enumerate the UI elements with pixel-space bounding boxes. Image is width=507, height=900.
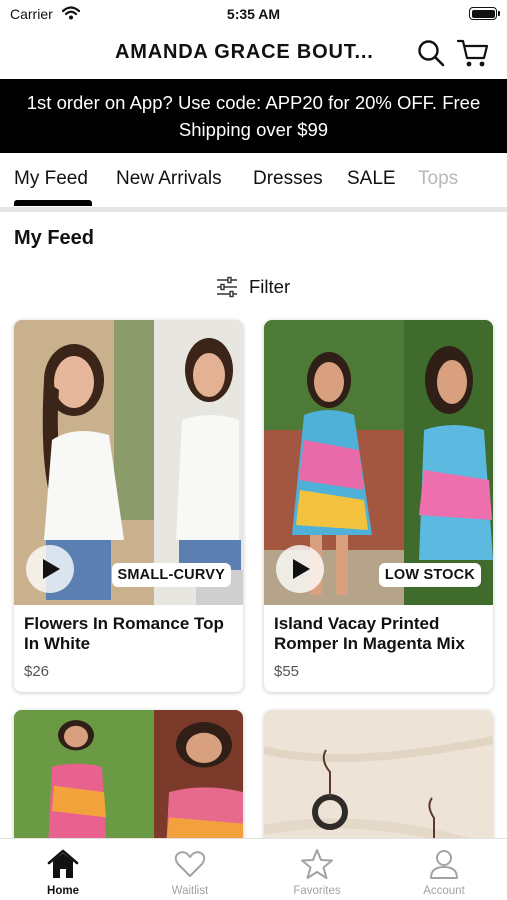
nav-favorites-label: Favorites xyxy=(293,885,341,897)
play-icon xyxy=(43,559,60,579)
product-badge: LOW STOCK xyxy=(378,563,481,587)
product-card[interactable]: LOW STOCK Island Vacay Printed Romper In… xyxy=(264,320,493,692)
nav-account[interactable]: Account xyxy=(381,839,507,900)
filter-button[interactable]: Filter xyxy=(0,274,507,300)
tab-dresses[interactable]: Dresses xyxy=(253,168,323,190)
product-badge: SMALL-CURVY xyxy=(111,563,231,587)
home-icon xyxy=(47,849,79,878)
product-price: $26 xyxy=(24,663,50,680)
status-time: 5:35 AM xyxy=(226,6,281,22)
play-video-button[interactable] xyxy=(26,545,74,593)
tab-sale[interactable]: SALE xyxy=(347,168,396,190)
app-header: AMANDA GRACE BOUT... xyxy=(0,30,507,78)
tab-my-feed[interactable]: My Feed xyxy=(14,168,88,190)
account-icon xyxy=(430,850,458,879)
nav-waitlist-label: Waitlist xyxy=(171,885,209,897)
status-bar: Carrier 5:35 AM xyxy=(0,0,507,28)
feed-title: My Feed xyxy=(14,227,95,249)
category-tabs: My Feed New Arrivals Dresses SALE Tops xyxy=(0,153,507,209)
store-title: AMANDA GRACE BOUT... xyxy=(115,41,374,63)
play-icon xyxy=(293,559,310,579)
filter-icon xyxy=(217,276,237,298)
nav-waitlist[interactable]: Waitlist xyxy=(127,839,253,900)
tab-new-arrivals[interactable]: New Arrivals xyxy=(116,168,222,190)
tab-tops[interactable]: Tops xyxy=(418,168,458,190)
bottom-nav: Home Waitlist Favorites Account xyxy=(0,838,507,900)
promo-banner[interactable]: 1st order on App? Use code: APP20 for 20… xyxy=(0,79,507,153)
active-tab-indicator xyxy=(14,200,92,206)
product-price: $55 xyxy=(274,663,300,680)
product-name: Flowers In Romance Top In White xyxy=(24,614,224,653)
filter-label: Filter xyxy=(249,276,291,297)
battery-icon xyxy=(469,7,500,20)
star-icon xyxy=(301,849,333,879)
nav-account-label: Account xyxy=(423,885,465,897)
promo-text: 1st order on App? Use code: APP20 for 20… xyxy=(26,92,481,140)
tabs-divider xyxy=(0,207,507,212)
heart-icon xyxy=(174,851,206,877)
product-name: Island Vacay Printed Romper In Magenta M… xyxy=(274,614,465,653)
product-card[interactable]: SMALL-CURVY Flowers In Romance Top In Wh… xyxy=(14,320,243,692)
cart-icon[interactable] xyxy=(456,36,490,70)
nav-favorites[interactable]: Favorites xyxy=(254,839,380,900)
nav-home-label: Home xyxy=(47,885,79,897)
search-icon[interactable] xyxy=(416,38,446,68)
play-video-button[interactable] xyxy=(276,545,324,593)
nav-home[interactable]: Home xyxy=(0,839,126,900)
